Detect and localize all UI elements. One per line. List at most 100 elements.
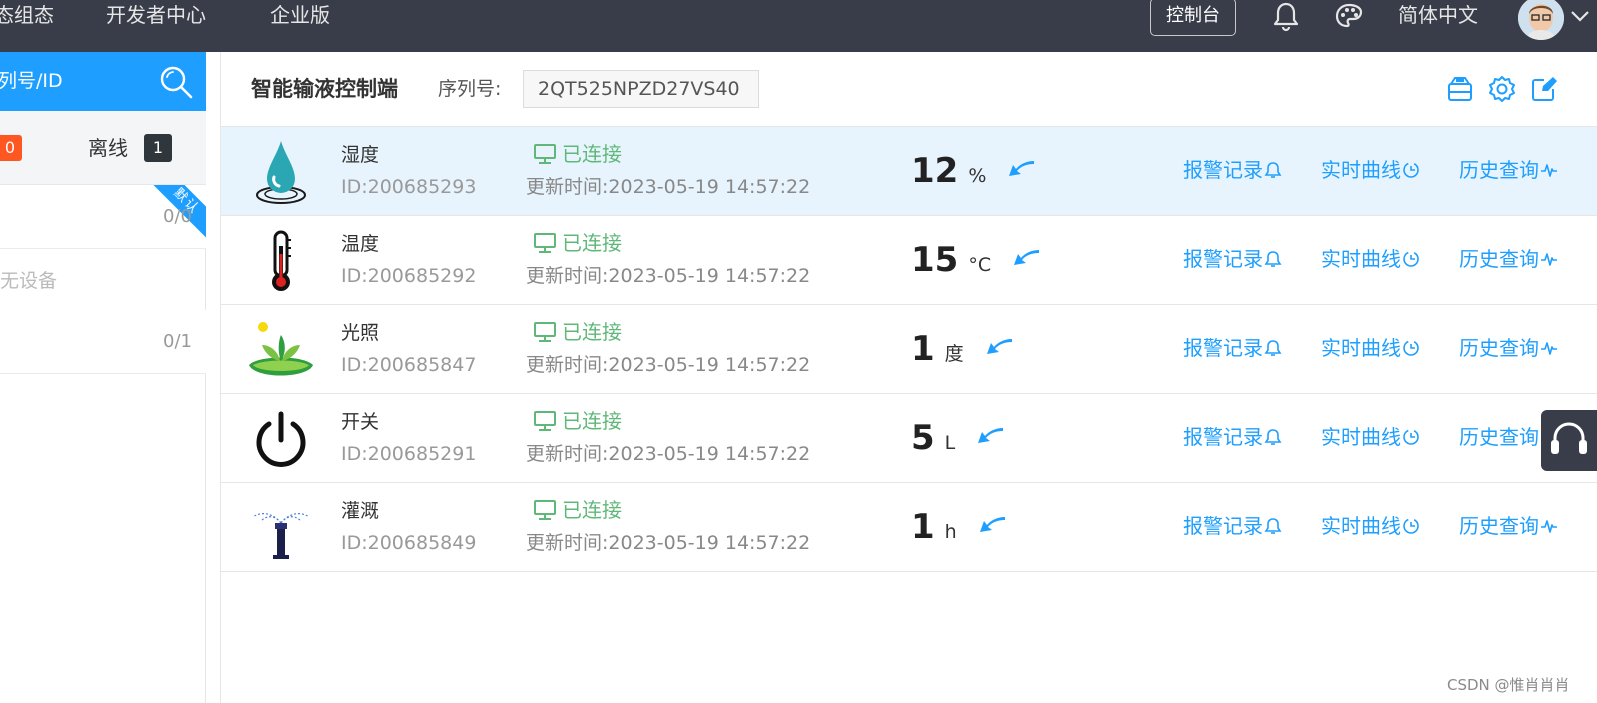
pulse-icon <box>1541 520 1557 533</box>
send-command-icon[interactable] <box>1012 247 1040 267</box>
monitor-icon <box>534 411 556 431</box>
send-command-icon[interactable] <box>1007 158 1035 178</box>
history-query-label: 历史查询 <box>1459 425 1539 449</box>
sidebar-group-second[interactable]: 0/1 <box>0 310 206 374</box>
page-title: 智能输液控制端 <box>251 77 398 101</box>
nav-item-developer-center[interactable]: 开发者中心 <box>106 0 206 32</box>
clock-icon <box>1403 429 1419 445</box>
thermometer-icon <box>247 226 315 296</box>
device-group-sidebar: 列号/ID 0 离线 1 默认 0/0 无设备 0/1 <box>0 52 206 703</box>
device-id: ID:200685292 <box>341 265 477 287</box>
realtime-curve-label: 实时曲线 <box>1321 336 1401 360</box>
customer-service-button[interactable] <box>1541 410 1597 471</box>
send-command-icon[interactable] <box>978 514 1006 534</box>
bell-icon[interactable] <box>1270 0 1302 32</box>
monitor-icon <box>534 322 556 342</box>
bell-icon <box>1264 251 1282 267</box>
palette-icon[interactable] <box>1333 0 1365 32</box>
plant-sun-icon <box>247 315 315 385</box>
alarm-records-link[interactable]: 报警记录 <box>1183 424 1282 450</box>
alarm-records-label: 报警记录 <box>1183 425 1263 449</box>
sidebar-status-summary: 0 离线 1 <box>0 111 206 185</box>
device-row-light[interactable]: 光照 ID:200685847 已连接 更新时间:2023-05-19 14:5… <box>221 305 1597 394</box>
update-time: 更新时间:2023-05-19 14:57:22 <box>526 443 811 465</box>
chevron-down-icon[interactable] <box>1566 2 1594 30</box>
realtime-curve-label: 实时曲线 <box>1321 425 1401 449</box>
realtime-curve-link[interactable]: 实时曲线 <box>1321 335 1420 361</box>
value-unit: 度 <box>944 343 964 365</box>
offline-count-badge: 1 <box>144 134 172 162</box>
update-time: 更新时间:2023-05-19 14:57:22 <box>526 176 811 198</box>
serial-label: 序列号: <box>438 78 502 100</box>
device-name: 湿度 <box>341 144 380 166</box>
clock-icon <box>1403 340 1419 356</box>
monitor-icon <box>534 144 556 164</box>
sidebar-search-bar[interactable]: 列号/ID <box>0 52 206 111</box>
clock-icon <box>1403 251 1419 267</box>
bell-icon <box>1264 429 1282 445</box>
history-query-link[interactable]: 历史查询 <box>1459 513 1558 539</box>
sprinkler-icon <box>247 493 315 563</box>
value-unit: % <box>968 165 987 187</box>
history-query-label: 历史查询 <box>1459 514 1539 538</box>
device-value: 1h <box>911 507 1006 547</box>
device-row-humidity[interactable]: 湿度 ID:200685293 已连接 更新时间:2023-05-19 14:5… <box>221 127 1597 216</box>
nav-item-enterprise[interactable]: 企业版 <box>270 0 330 32</box>
history-query-link[interactable]: 历史查询 <box>1459 335 1558 361</box>
realtime-curve-link[interactable]: 实时曲线 <box>1321 157 1420 183</box>
device-value: 15 °C <box>911 240 1040 280</box>
avatar[interactable] <box>1518 0 1564 40</box>
bell-icon <box>1264 340 1282 356</box>
device-id: ID:200685291 <box>341 443 477 465</box>
top-navbar: 态组态 开发者中心 企业版 控制台 简体中文 <box>0 0 1597 52</box>
device-name: 开关 <box>341 411 380 433</box>
serial-number-field[interactable]: 2QT525NPZD27VS40 <box>523 70 759 108</box>
realtime-curve-link[interactable]: 实时曲线 <box>1321 513 1420 539</box>
value-unit: h <box>944 521 957 543</box>
settings-icon[interactable] <box>1487 74 1517 104</box>
monitor-icon <box>534 500 556 520</box>
offline-label: 离线 <box>88 136 128 160</box>
search-label: 列号/ID <box>0 70 63 92</box>
value-number: 1 <box>911 329 935 369</box>
alarm-records-link[interactable]: 报警记录 <box>1183 335 1282 361</box>
history-query-label: 历史查询 <box>1459 158 1539 182</box>
device-value: 5L <box>911 418 1004 458</box>
send-command-icon[interactable] <box>976 425 1004 445</box>
value-number: 1 <box>911 507 935 547</box>
device-name: 灌溉 <box>341 500 380 522</box>
alarm-records-link[interactable]: 报警记录 <box>1183 513 1282 539</box>
sidebar-group-default[interactable]: 默认 0/0 <box>0 185 206 249</box>
search-icon[interactable] <box>158 64 194 100</box>
device-name: 光照 <box>341 322 380 344</box>
group-device-count: 0/1 <box>163 331 192 352</box>
panel-header: 智能输液控制端 序列号: 2QT525NPZD27VS40 <box>221 52 1597 127</box>
edit-icon[interactable] <box>1529 74 1559 104</box>
online-count-badge: 0 <box>0 135 22 161</box>
alarm-records-link[interactable]: 报警记录 <box>1183 157 1282 183</box>
history-query-link[interactable]: 历史查询 <box>1459 157 1558 183</box>
send-command-icon[interactable] <box>985 336 1013 356</box>
storage-icon[interactable] <box>1445 74 1475 104</box>
language-selector[interactable]: 简体中文 <box>1398 0 1478 30</box>
monitor-icon <box>534 233 556 253</box>
headset-icon <box>1551 422 1587 454</box>
realtime-curve-link[interactable]: 实时曲线 <box>1321 246 1420 272</box>
group-device-count: 0/0 <box>163 206 192 227</box>
realtime-curve-link[interactable]: 实时曲线 <box>1321 424 1420 450</box>
history-query-label: 历史查询 <box>1459 247 1539 271</box>
history-query-link[interactable]: 历史查询 <box>1459 246 1558 272</box>
device-row-switch[interactable]: 开关 ID:200685291 已连接 更新时间:2023-05-19 14:5… <box>221 394 1597 483</box>
value-number: 15 <box>911 240 959 280</box>
pulse-icon <box>1541 253 1557 266</box>
device-row-temperature[interactable]: 温度 ID:200685292 已连接 更新时间:2023-05-19 14:5… <box>221 216 1597 305</box>
alarm-records-link[interactable]: 报警记录 <box>1183 246 1282 272</box>
console-button[interactable]: 控制台 <box>1150 0 1236 36</box>
nav-item-configuration[interactable]: 态组态 <box>0 0 54 32</box>
device-row-irrigation[interactable]: 灌溉 ID:200685849 已连接 更新时间:2023-05-19 14:5… <box>221 483 1597 572</box>
value-unit: °C <box>968 254 992 276</box>
update-time: 更新时间:2023-05-19 14:57:22 <box>526 532 811 554</box>
realtime-curve-label: 实时曲线 <box>1321 158 1401 182</box>
update-time: 更新时间:2023-05-19 14:57:22 <box>526 354 811 376</box>
empty-group-text: 无设备 <box>0 270 58 292</box>
